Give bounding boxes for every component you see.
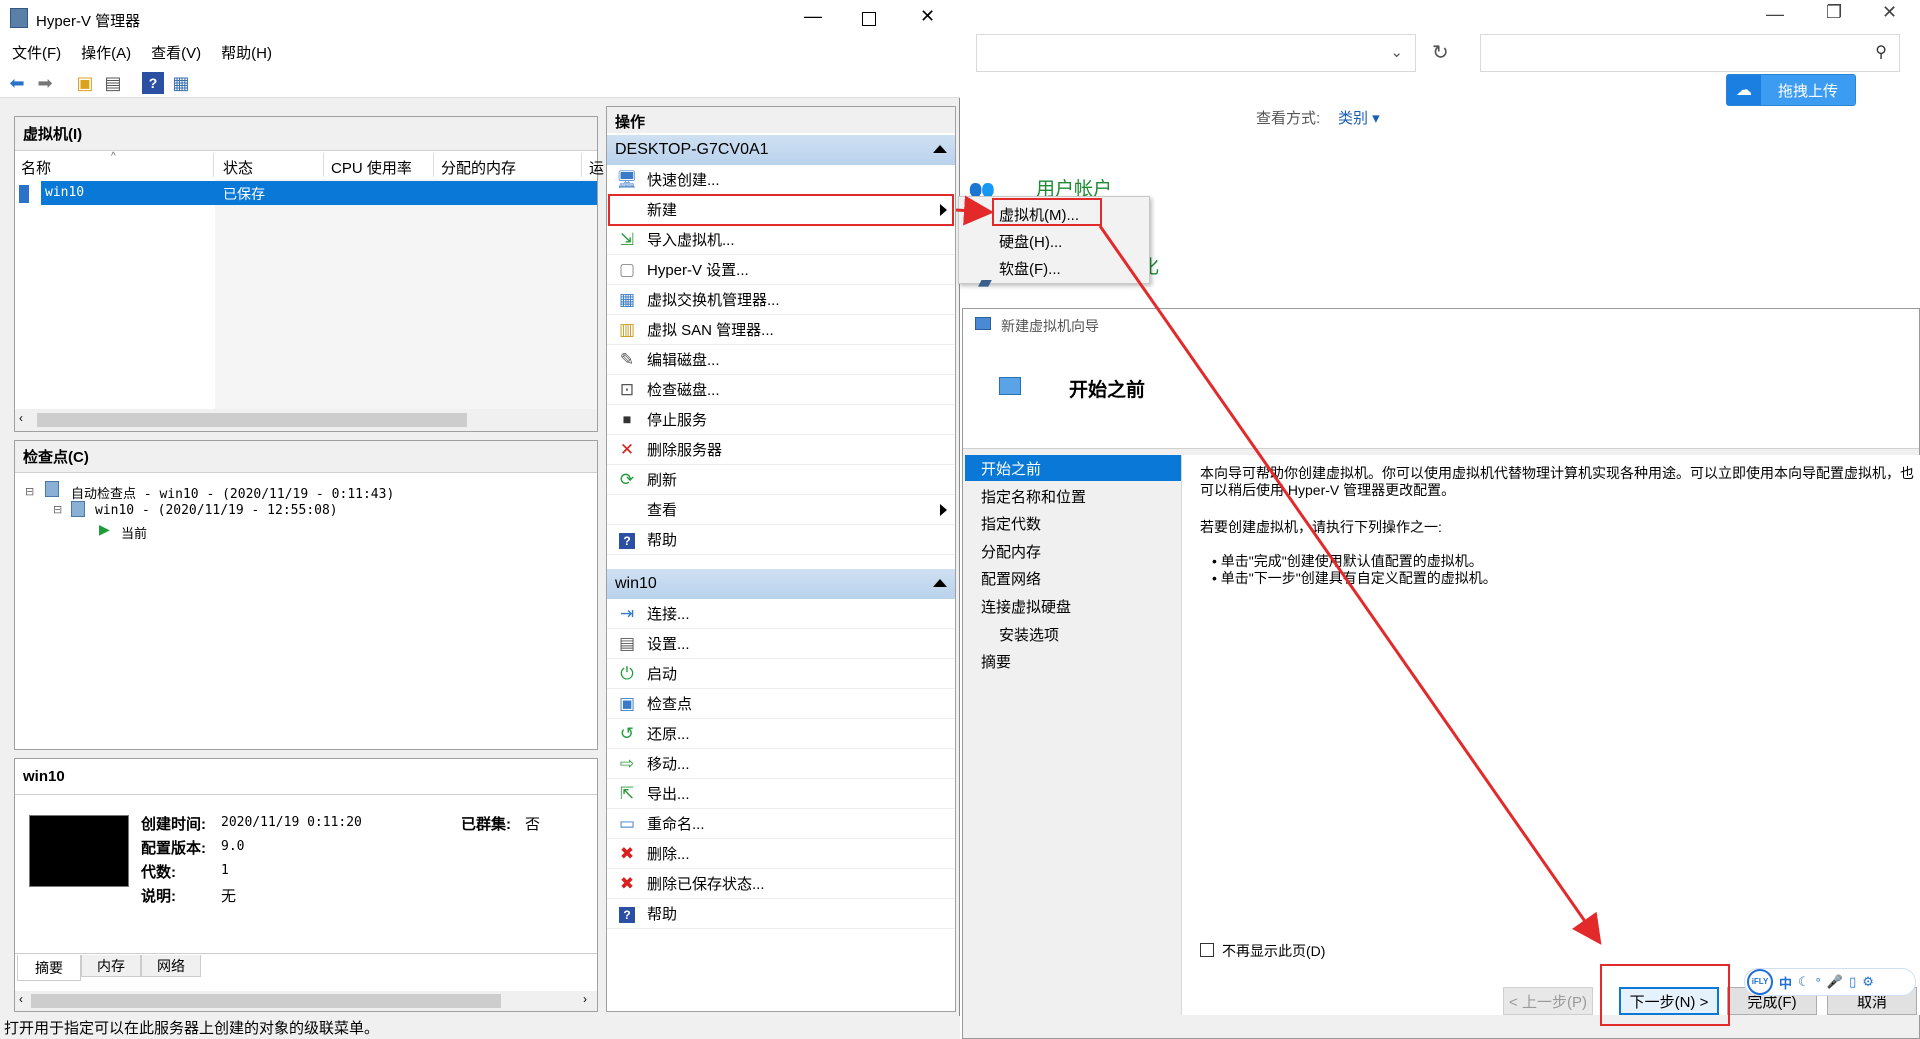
- arrow-to-next-button: [1098, 225, 1602, 945]
- annotation-arrows: [955, 195, 1602, 945]
- arrow-to-vm-item: [955, 195, 994, 226]
